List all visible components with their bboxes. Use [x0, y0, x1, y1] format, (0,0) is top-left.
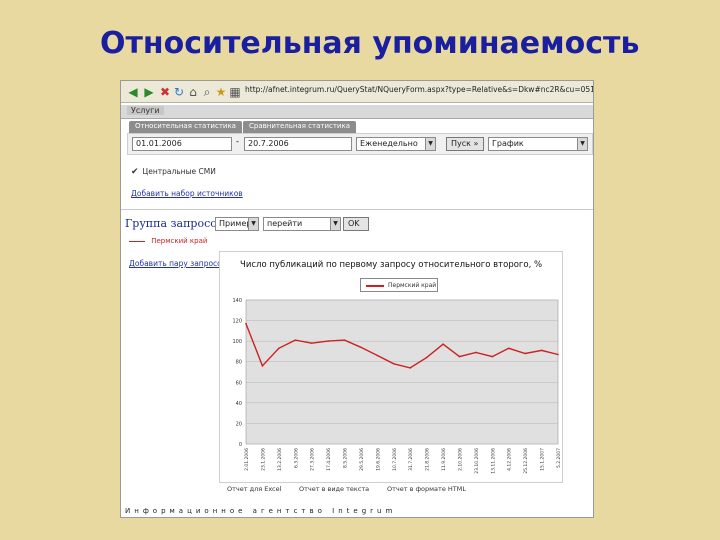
- x-tick-label: 23.1.2006: [260, 448, 266, 471]
- html-report-link[interactable]: Отчет в формате HTML: [387, 485, 466, 493]
- date-from-input[interactable]: 01.01.2006: [132, 137, 232, 151]
- x-tick-label: 4.12.2006: [507, 448, 513, 471]
- chart-panel: Число публикаций по первому запросу отно…: [219, 251, 563, 483]
- checkmark-icon[interactable]: ✔: [131, 167, 140, 177]
- x-tick-label: 10.7.2006: [392, 448, 398, 471]
- text-report-link[interactable]: Отчет в виде текста: [299, 485, 369, 493]
- x-tick-label: 31.7.2006: [408, 448, 414, 471]
- data-point: [327, 340, 329, 342]
- y-tick-label: 140: [232, 298, 242, 304]
- data-point: [343, 339, 346, 341]
- query-legend-item: Пермский край: [129, 237, 207, 245]
- data-point: [491, 355, 494, 358]
- forward-icon[interactable]: ▶: [141, 84, 157, 100]
- tab-relative-stats[interactable]: Относительная статистика: [129, 121, 242, 133]
- y-tick-label: 80: [236, 360, 242, 366]
- data-point: [261, 365, 264, 367]
- view-type-select[interactable]: График ▼: [488, 137, 588, 151]
- line-chart: 0 20 40 60 80 100 120 140 2.01.2006 23.1.2006 13.2…: [232, 298, 562, 474]
- view-type-value: График: [492, 139, 524, 148]
- x-tick-label: 21.8.2006: [425, 448, 431, 471]
- x-tick-label: 19.6.2006: [375, 448, 381, 471]
- x-tick-label: 17.4.2006: [326, 448, 332, 471]
- data-point: [458, 355, 461, 358]
- plot-area: [245, 299, 559, 445]
- legend-line-swatch: [129, 240, 145, 242]
- date-to-input[interactable]: 20.7.2006: [244, 137, 352, 151]
- ok-button[interactable]: OK: [343, 217, 369, 231]
- x-tick-label: 13.2.2006: [277, 448, 283, 471]
- example-select[interactable]: Пример ▼: [215, 217, 259, 231]
- address-icon: ▦: [229, 85, 241, 99]
- address-bar[interactable]: http://afnet.integrum.ru/QueryStat/NQuer…: [245, 85, 593, 99]
- data-point: [507, 347, 510, 350]
- data-point: [294, 339, 297, 341]
- y-tick-label: 0: [239, 442, 242, 448]
- start-button[interactable]: Пуск »: [446, 137, 484, 151]
- query-group-label: Группа запросов:: [125, 217, 227, 230]
- footer-caption: Информационное агентство Integrum: [125, 507, 397, 515]
- data-point: [540, 349, 543, 352]
- data-point: [360, 346, 362, 349]
- y-tick-label: 60: [236, 380, 242, 386]
- data-point: [557, 353, 559, 356]
- period-value: Еженедельно: [360, 139, 418, 148]
- legend-item-label: Пермский край: [151, 237, 208, 245]
- x-tick-label: 2.01.2006: [244, 448, 250, 471]
- central-media-label: Центральные СМИ: [142, 167, 216, 176]
- data-point: [409, 367, 412, 369]
- browser-toolbar: ◀ ▶ ✖ ↻ ⌂ ⌕ ★ ▦ http://afnet.integrum.ru…: [121, 81, 593, 103]
- central-media-checkbox-row[interactable]: ✔ Центральные СМИ: [131, 167, 216, 177]
- chevron-down-icon: ▼: [425, 138, 435, 150]
- data-point: [442, 343, 444, 346]
- date-dash: -: [236, 137, 239, 146]
- x-tick-label: 11.9.2006: [441, 448, 447, 471]
- x-tick-label: 2.10.2006: [457, 448, 463, 471]
- example-value: Пример: [219, 219, 252, 228]
- data-point: [376, 354, 379, 357]
- y-tick-label: 40: [236, 401, 242, 407]
- section-divider: [121, 209, 593, 210]
- goto-select[interactable]: перейти ▼: [263, 217, 341, 231]
- chevron-down-icon: ▼: [577, 138, 587, 150]
- chevron-down-icon: ▼: [248, 218, 258, 230]
- x-tick-label: 6.3.2006: [293, 448, 299, 468]
- x-tick-label: 27.3.2006: [310, 448, 316, 471]
- excel-report-link[interactable]: Отчет для Excel: [227, 485, 281, 493]
- x-tick-label: 23.10.2006: [474, 448, 480, 474]
- report-links: Отчет для Excel Отчет в виде текста Отче…: [121, 485, 593, 499]
- data-point: [310, 342, 313, 344]
- y-tick-label: 100: [232, 339, 242, 345]
- x-tick-label: 5.2.2007: [556, 448, 562, 468]
- x-tick-label: 15.1.2007: [540, 448, 546, 471]
- y-tick-label: 120: [232, 319, 242, 325]
- chevron-down-icon: ▼: [330, 218, 340, 230]
- data-point: [524, 352, 526, 355]
- data-point: [278, 347, 280, 350]
- y-tick-label: 20: [236, 421, 242, 427]
- x-tick-label: 25.12.2006: [523, 448, 529, 474]
- menu-item-services[interactable]: Услуги: [127, 106, 164, 115]
- browser-screenshot: ◀ ▶ ✖ ↻ ⌂ ⌕ ★ ▦ http://afnet.integrum.ru…: [120, 80, 594, 518]
- data-point: [475, 351, 477, 354]
- period-select[interactable]: Еженедельно ▼: [356, 137, 436, 151]
- goto-value: перейти: [267, 219, 303, 228]
- back-icon[interactable]: ◀: [125, 84, 141, 100]
- query-form: 01.01.2006 - 20.7.2006 Еженедельно ▼ Пус…: [127, 133, 593, 155]
- add-query-pair-link[interactable]: Добавить пару запросов: [129, 259, 226, 268]
- data-point: [392, 362, 395, 365]
- data-point: [245, 322, 247, 325]
- add-source-set-link[interactable]: Добавить набор источников: [131, 189, 243, 198]
- x-tick-label: 8.5.2006: [343, 448, 349, 468]
- slide-title: Относительная упоминаемость: [100, 26, 640, 61]
- x-tick-label: 29.5.2006: [359, 448, 365, 471]
- x-tick-label: 13.11.2006: [490, 448, 496, 474]
- tab-comparative-stats[interactable]: Сравнительная статистика: [243, 121, 356, 133]
- services-menu-bar: Услуги: [121, 105, 593, 119]
- tabs-row: Относительная статистика Сравнительная с…: [121, 121, 593, 133]
- data-point: [425, 356, 428, 359]
